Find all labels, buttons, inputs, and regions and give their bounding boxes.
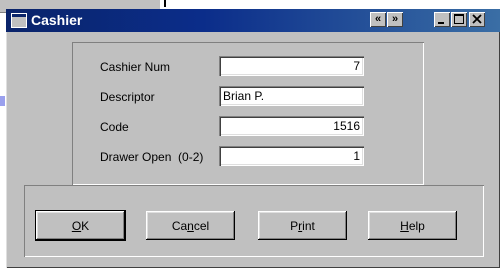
close-button[interactable]: [469, 12, 485, 27]
cancel-button[interactable]: Cancel: [146, 211, 235, 240]
ok-mnemonic: O: [71, 218, 82, 233]
cashier-fields-group: Cashier Num Descriptor Code Drawer Open …: [72, 42, 424, 185]
help-label-rest: elp: [408, 218, 425, 233]
previous-record-button[interactable]: «: [370, 12, 386, 27]
close-icon: [472, 14, 482, 24]
code-label: Code: [100, 120, 129, 134]
ok-button[interactable]: OK: [36, 211, 125, 240]
code-input[interactable]: [219, 116, 364, 136]
background-marker: [0, 96, 5, 106]
minimize-button[interactable]: [434, 12, 450, 27]
help-button[interactable]: Help: [368, 211, 457, 240]
minimize-icon: [438, 22, 444, 24]
cancel-label-pre: Ca: [171, 218, 188, 233]
drawer-open-label: Drawer Open (0-2): [100, 150, 204, 164]
cashier-num-input[interactable]: [219, 56, 364, 76]
cashier-dialog: Cashier « » Cashier Num Descriptor Code …: [6, 9, 500, 268]
maximize-button[interactable]: [451, 12, 467, 27]
title-bar[interactable]: Cashier « »: [6, 9, 500, 32]
maximize-icon: [454, 14, 464, 24]
cashier-num-label: Cashier Num: [100, 60, 171, 74]
window-title: Cashier: [31, 12, 83, 28]
print-label-rest: int: [302, 218, 315, 233]
descriptor-input[interactable]: [219, 86, 364, 106]
next-record-button[interactable]: »: [387, 12, 403, 27]
action-buttons-group: OK Cancel Print Help: [24, 185, 484, 257]
print-label-pre: P: [290, 218, 299, 233]
help-mnemonic: H: [400, 218, 409, 233]
print-button[interactable]: Print: [258, 211, 347, 240]
descriptor-label: Descriptor: [100, 90, 155, 104]
drawer-open-input[interactable]: [219, 146, 364, 166]
ok-label-rest: K: [81, 218, 90, 233]
cancel-mnemonic: n: [187, 218, 194, 233]
cancel-label-rest: cel: [193, 218, 210, 233]
background-divider: [164, 0, 166, 7]
window-icon[interactable]: [11, 13, 27, 28]
